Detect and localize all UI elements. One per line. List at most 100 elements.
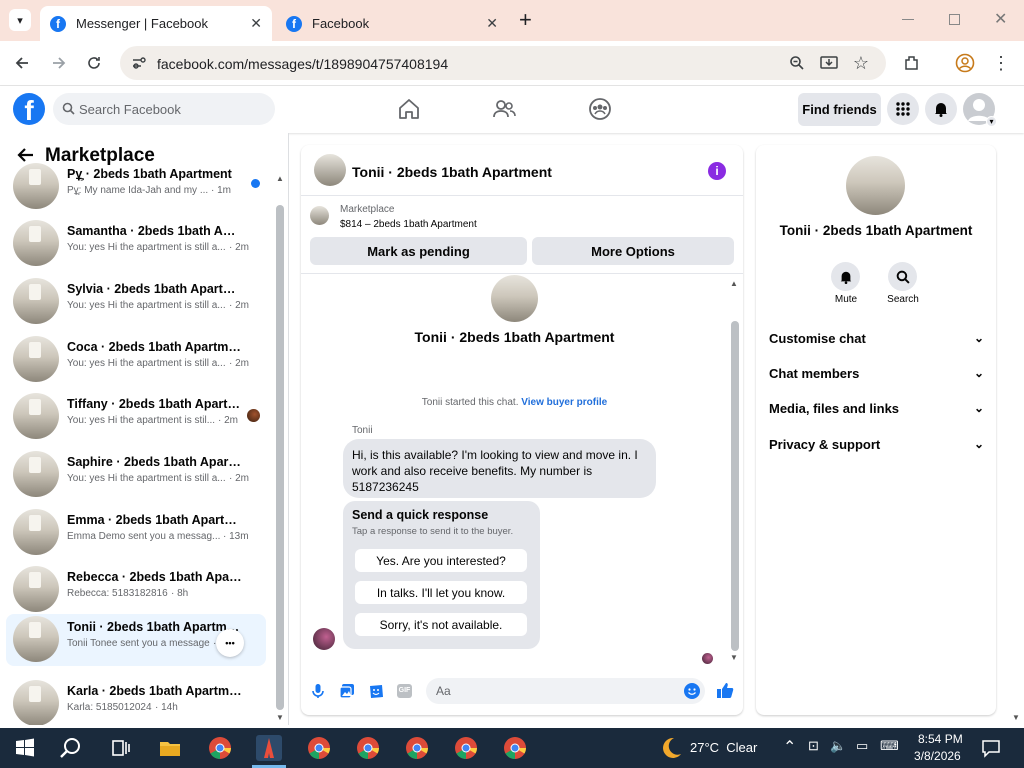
find-friends-button[interactable]: Find friends bbox=[798, 93, 881, 126]
clock-time[interactable]: 8:54 PM bbox=[918, 732, 963, 746]
tray-chevron-icon[interactable]: ⌃ bbox=[783, 737, 796, 757]
conversation-item[interactable]: Pұ̧ · 2beds 1bath Apartment Pұ̧: My name … bbox=[6, 161, 266, 213]
conversation-item[interactable]: Rebecca · 2beds 1bath Apartment Rebecca: … bbox=[6, 564, 266, 616]
section-customise-chat[interactable]: Customise chat ⌄ bbox=[769, 331, 984, 351]
like-icon[interactable] bbox=[716, 681, 734, 699]
zoom-icon[interactable] bbox=[786, 52, 808, 74]
restore-icon[interactable] bbox=[949, 14, 960, 25]
quick-response-not-available[interactable]: Sorry, it's not available. bbox=[355, 613, 527, 636]
new-tab-button[interactable]: + bbox=[519, 7, 532, 33]
scroll-up-icon[interactable]: ▲ bbox=[276, 174, 284, 183]
sticker-icon[interactable] bbox=[368, 683, 384, 699]
quick-response-in-talks[interactable]: In talks. I'll let you know. bbox=[355, 581, 527, 604]
chat-header-avatar[interactable] bbox=[314, 154, 346, 186]
view-buyer-profile-link[interactable]: View buyer profile bbox=[521, 397, 607, 408]
forward-icon[interactable] bbox=[48, 52, 70, 74]
conversation-item[interactable]: Tonii · 2beds 1bath Apartme... Tonii Tone… bbox=[6, 614, 266, 666]
listing-thumbnail[interactable] bbox=[310, 206, 329, 225]
profile-icon[interactable] bbox=[954, 52, 976, 74]
tab-messenger[interactable]: f Messenger | Facebook ✕ bbox=[40, 6, 272, 41]
conversation-item[interactable]: Coca · 2beds 1bath Apartment You: yes Hi … bbox=[6, 334, 266, 386]
info-icon[interactable]: i bbox=[708, 162, 726, 180]
star-icon[interactable]: ☆ bbox=[850, 52, 872, 74]
chrome-icon[interactable] bbox=[404, 735, 430, 761]
mark-as-pending-button[interactable]: Mark as pending bbox=[310, 237, 527, 265]
mute-button[interactable]: Mute bbox=[831, 262, 861, 305]
menu-dots-icon[interactable]: ⋮ bbox=[990, 52, 1012, 74]
minimize-icon[interactable] bbox=[902, 19, 914, 20]
message-input[interactable]: Aa bbox=[426, 678, 705, 704]
close-icon[interactable]: ✕ bbox=[250, 15, 262, 32]
mic-icon[interactable] bbox=[311, 683, 325, 699]
task-view-icon[interactable] bbox=[107, 735, 133, 761]
seen-avatar bbox=[702, 653, 713, 664]
image-icon[interactable] bbox=[339, 683, 355, 699]
conversation-time: · 8h bbox=[171, 588, 189, 599]
window-close-icon[interactable]: ✕ bbox=[994, 9, 1007, 29]
section-chat-members[interactable]: Chat members ⌄ bbox=[769, 366, 984, 386]
chrome-icon[interactable] bbox=[502, 735, 528, 761]
search-in-chat-button[interactable]: Search bbox=[886, 262, 920, 305]
conversation-preview: Tonii Tonee sent you a message bbox=[67, 638, 210, 649]
chat-info-panel: Tonii · 2beds 1bath Apartment Mute Searc… bbox=[756, 145, 996, 715]
quick-response-yes[interactable]: Yes. Are you interested? bbox=[355, 549, 527, 572]
chat-title[interactable]: Tonii · 2beds 1bath Apartment bbox=[352, 164, 552, 180]
gif-icon[interactable]: GIF bbox=[397, 684, 412, 698]
scroll-down-icon[interactable]: ▼ bbox=[730, 653, 738, 662]
tab-facebook[interactable]: f Facebook ✕ bbox=[278, 6, 508, 41]
conversation-item[interactable]: Samantha · 2beds 1bath Apart... You: yes … bbox=[6, 218, 266, 270]
tab-search-dropdown-icon[interactable]: ▾ bbox=[9, 9, 31, 31]
groups-icon[interactable] bbox=[587, 96, 613, 122]
reload-icon[interactable] bbox=[83, 52, 105, 74]
conversation-item[interactable]: Karla · 2beds 1bath Apartment Karla: 5185… bbox=[6, 678, 266, 725]
weather-moon-icon[interactable] bbox=[658, 735, 684, 761]
chrome-icon[interactable] bbox=[306, 735, 332, 761]
scroll-down-icon[interactable]: ▼ bbox=[276, 713, 284, 722]
file-explorer-icon[interactable] bbox=[157, 735, 183, 761]
conversation-item[interactable]: Tiffany · 2beds 1bath Apartm... You: yes … bbox=[6, 391, 266, 443]
clock-date[interactable]: 3/8/2026 bbox=[914, 749, 961, 763]
conversation-item[interactable]: Saphire · 2beds 1bath Apartment You: yes … bbox=[6, 449, 266, 501]
chrome-icon[interactable] bbox=[453, 735, 479, 761]
keyboard-icon[interactable]: ⌨ bbox=[880, 738, 899, 754]
weather-text[interactable]: 27°C Clear bbox=[690, 740, 757, 755]
close-icon[interactable]: ✕ bbox=[486, 15, 498, 32]
search-icon[interactable] bbox=[58, 735, 84, 761]
url-bar[interactable]: facebook.com/messages/t/1898904757408194… bbox=[120, 46, 886, 80]
more-options-icon[interactable]: ••• bbox=[216, 629, 244, 657]
listing-detail[interactable]: $814 – 2beds 1bath Apartment bbox=[340, 219, 477, 230]
extensions-icon[interactable] bbox=[901, 52, 923, 74]
conversation-item[interactable]: Emma · 2beds 1bath Apartment Emma Demo se… bbox=[6, 507, 266, 559]
network-icon[interactable]: ⊡ bbox=[808, 738, 819, 754]
account-chevron-icon[interactable]: ▾ bbox=[986, 116, 997, 127]
bell-icon[interactable] bbox=[925, 93, 957, 125]
apps-grid-icon[interactable] bbox=[887, 93, 919, 125]
back-icon[interactable] bbox=[11, 52, 33, 74]
contact-avatar[interactable] bbox=[846, 156, 905, 215]
facebook-logo[interactable]: f bbox=[13, 93, 45, 125]
conversation-item[interactable]: Sylvia · 2beds 1bath Apartment You: yes H… bbox=[6, 276, 266, 328]
wifi-icon[interactable]: ▭ bbox=[856, 738, 868, 754]
more-options-button[interactable]: More Options bbox=[532, 237, 734, 265]
windows-start-icon[interactable] bbox=[12, 735, 38, 761]
volume-icon[interactable]: 🔈 bbox=[830, 738, 846, 754]
notifications-icon[interactable] bbox=[980, 737, 1002, 759]
install-icon[interactable] bbox=[818, 52, 840, 74]
chrome-icon[interactable] bbox=[355, 735, 381, 761]
scrollbar[interactable] bbox=[276, 205, 284, 710]
home-icon[interactable] bbox=[396, 96, 422, 122]
emoji-icon[interactable] bbox=[684, 683, 700, 699]
tab-title: Facebook bbox=[312, 16, 370, 31]
friends-icon[interactable] bbox=[491, 96, 517, 122]
message-bubble[interactable]: Hi, is this available? I'm looking to vi… bbox=[343, 439, 656, 498]
chat-scrollbar[interactable] bbox=[731, 321, 739, 651]
chrome-icon[interactable] bbox=[207, 735, 233, 761]
app-icon[interactable] bbox=[256, 735, 282, 761]
page-scroll-down-icon[interactable]: ▼ bbox=[1012, 713, 1020, 722]
section-privacy-support[interactable]: Privacy & support ⌄ bbox=[769, 437, 984, 457]
site-info-icon[interactable] bbox=[128, 52, 150, 74]
facebook-search-input[interactable]: Search Facebook bbox=[53, 93, 275, 125]
section-media-files-links[interactable]: Media, files and links ⌄ bbox=[769, 401, 984, 421]
conversation-name: Rebecca · 2beds 1bath Apartment bbox=[67, 570, 242, 584]
scroll-up-icon[interactable]: ▲ bbox=[730, 279, 738, 288]
